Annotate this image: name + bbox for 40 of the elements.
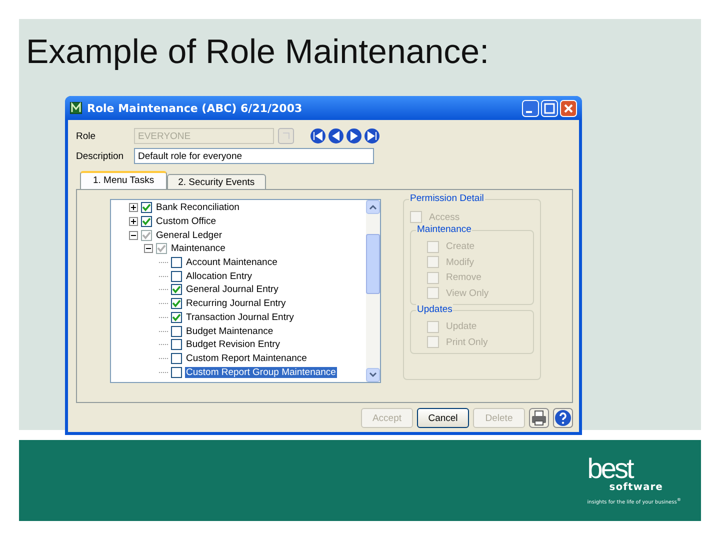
window-title: Role Maintenance (ABC) 6/21/2003 — [87, 102, 304, 114]
printer-icon[interactable] — [529, 408, 549, 428]
expand-icon[interactable] — [129, 217, 138, 226]
last-record-icon[interactable] — [364, 128, 380, 144]
help-icon[interactable] — [553, 408, 573, 428]
group-title: Permission Detail — [409, 193, 485, 204]
tab[interactable]: 2. Security Events — [167, 174, 266, 189]
checkbox-label: View Only — [446, 288, 489, 299]
logo-wordmark: best — [587, 456, 632, 482]
group-title: Updates — [416, 304, 454, 314]
checkbox-label: Remove — [446, 272, 482, 284]
scroll-down-icon[interactable] — [366, 368, 380, 382]
minimize-icon[interactable] — [522, 100, 539, 116]
checkbox-label: Update — [446, 321, 477, 332]
app-icon[interactable] — [70, 102, 82, 114]
checkbox[interactable] — [141, 202, 152, 214]
scroll-bar[interactable] — [366, 200, 380, 382]
checkbox-label: Modify — [446, 256, 474, 268]
logo-subtitle: software — [609, 482, 663, 494]
checkbox-label: Print Only — [446, 336, 488, 348]
expand-icon[interactable] — [129, 203, 138, 212]
slide-title: Example of Role Maintenance: — [25, 32, 490, 72]
previous-record-icon[interactable] — [328, 128, 344, 144]
description-field[interactable]: Default role for everyone — [134, 148, 374, 164]
dialog-button[interactable]: Cancel — [417, 408, 469, 428]
group-title: Maintenance — [416, 224, 472, 234]
tree-item[interactable]: Custom Office — [155, 216, 218, 228]
checkbox[interactable] — [141, 216, 152, 228]
first-record-icon[interactable] — [310, 128, 326, 144]
tree-item[interactable]: Bank Reconciliation — [155, 202, 240, 214]
tab[interactable]: 1. Menu Tasks — [80, 171, 168, 189]
checkbox-label: Access — [429, 212, 460, 223]
field-label: Role — [76, 130, 97, 142]
close-icon[interactable] — [560, 100, 577, 116]
checkbox-label: Create — [446, 241, 475, 252]
field-label: Description — [76, 150, 125, 162]
scroll-up-icon[interactable] — [366, 200, 380, 214]
scroll-thumb[interactable] — [366, 234, 380, 294]
maximize-icon[interactable] — [541, 100, 558, 116]
next-record-icon[interactable] — [346, 128, 362, 144]
